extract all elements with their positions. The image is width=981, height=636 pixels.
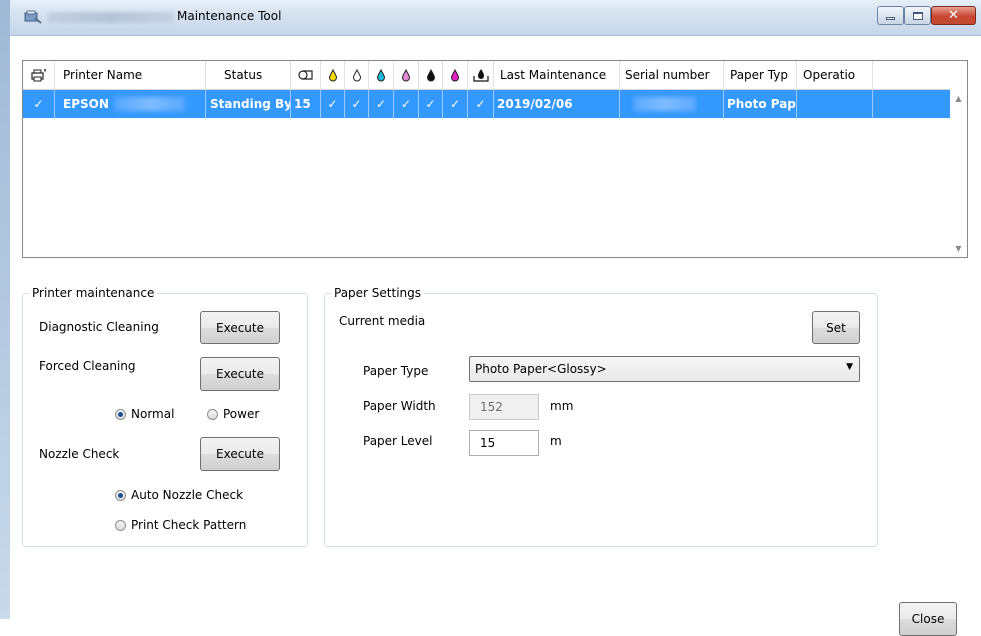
ink-cyan-icon xyxy=(376,68,386,81)
close-icon: ✕ xyxy=(948,8,959,23)
close-button[interactable]: Close xyxy=(899,602,957,636)
printer-icon xyxy=(30,69,46,82)
printer-name-cell: EPSON xyxy=(55,90,206,118)
radio-auto-nozzle-check[interactable]: Auto Nozzle Check xyxy=(115,488,243,502)
ink-magenta-check: ✓ xyxy=(443,90,468,118)
serial-number-redacted xyxy=(634,97,696,111)
last-maintenance-cell: 2019/02/06 xyxy=(494,90,620,118)
ink-magenta-header[interactable] xyxy=(443,61,468,89)
radio-normal-label: Normal xyxy=(131,407,175,421)
title-bar[interactable]: Maintenance Tool ✕ xyxy=(10,0,981,36)
paper-type-cell: Photo Pap xyxy=(724,90,797,118)
radio-power[interactable]: Power xyxy=(207,407,259,421)
ink-magenta-icon xyxy=(450,68,460,81)
app-icon xyxy=(24,10,42,24)
status-header[interactable]: Status xyxy=(206,61,291,89)
nozzle-check-execute-button[interactable]: Execute xyxy=(200,437,280,471)
ink-black-header[interactable] xyxy=(419,61,443,89)
window-title: Maintenance Tool xyxy=(177,9,282,23)
waste-ink-icon xyxy=(472,69,489,82)
ink-cyan-check: ✓ xyxy=(369,90,394,118)
radio-auto-nozzle-indicator xyxy=(115,489,126,501)
ink-yellow-icon xyxy=(328,68,337,81)
ink-white-header[interactable] xyxy=(345,61,369,89)
nozzle-check-label: Nozzle Check xyxy=(39,447,120,461)
paper-width-unit: mm xyxy=(550,399,574,413)
waste-ink-header[interactable] xyxy=(468,61,494,89)
set-button[interactable]: Set xyxy=(812,311,860,344)
radio-print-check-pattern[interactable]: Print Check Pattern xyxy=(115,518,246,532)
operation-cell xyxy=(797,90,873,118)
diagnostic-cleaning-label: Diagnostic Cleaning xyxy=(39,320,159,334)
printer-model-redacted xyxy=(114,97,185,111)
maximize-button[interactable] xyxy=(904,6,931,25)
chevron-down-icon: ▼ xyxy=(846,362,853,372)
radio-power-label: Power xyxy=(223,407,260,421)
paper-level-unit: m xyxy=(550,434,562,448)
printer-maintenance-legend: Printer maintenance xyxy=(32,286,155,300)
paper-type-value: Photo Paper<Glossy> xyxy=(475,362,607,376)
forced-cleaning-execute-button[interactable]: Execute xyxy=(200,357,280,391)
paper-type-select[interactable]: Photo Paper<Glossy> ▼ xyxy=(469,356,860,382)
paper-roll-icon xyxy=(297,70,313,80)
row-selected-check[interactable]: ✓ xyxy=(23,90,55,118)
radio-power-indicator xyxy=(207,408,218,420)
current-media-label: Current media xyxy=(339,314,426,328)
paper-remaining-cell: 15 xyxy=(291,90,321,118)
ink-black-icon xyxy=(426,68,435,81)
radio-print-pattern-label: Print Check Pattern xyxy=(131,518,247,532)
ink-cyan-header[interactable] xyxy=(369,61,394,89)
printer-name-text: EPSON xyxy=(63,97,109,111)
ink-white-icon xyxy=(352,68,361,81)
radio-normal[interactable]: Normal xyxy=(115,407,174,421)
ink-white-check: ✓ xyxy=(345,90,369,118)
ink-black-check: ✓ xyxy=(419,90,443,118)
radio-auto-nozzle-label: Auto Nozzle Check xyxy=(131,488,244,502)
paper-column-header[interactable] xyxy=(291,61,321,89)
printer-column-header[interactable] xyxy=(23,61,55,89)
operation-header[interactable]: Operatio xyxy=(797,61,873,89)
diagnostic-cleaning-execute-button[interactable]: Execute xyxy=(200,311,280,344)
printer-grid[interactable]: Printer Name Status Last Maintenance Ser… xyxy=(22,60,968,258)
waste-ink-check: ✓ xyxy=(468,90,494,118)
serial-number-header[interactable]: Serial number xyxy=(620,61,724,89)
last-maintenance-header[interactable]: Last Maintenance xyxy=(494,61,620,89)
printer-name-header[interactable]: Printer Name xyxy=(55,61,206,89)
table-row[interactable]: ✓ EPSON Standing By 15 ✓ ✓ ✓ ✓ ✓ ✓ ✓ 201… xyxy=(23,90,951,118)
paper-type-label: Paper Type xyxy=(363,364,429,378)
paper-type-header[interactable]: Paper Typ xyxy=(724,61,797,89)
ink-light-magenta-check: ✓ xyxy=(394,90,419,118)
paper-width-field[interactable]: 152 xyxy=(469,394,539,420)
radio-normal-indicator xyxy=(115,408,126,420)
status-cell: Standing By xyxy=(206,90,291,118)
paper-level-label: Paper Level xyxy=(363,434,433,448)
scroll-up-arrow-icon[interactable]: ▲ xyxy=(950,90,967,107)
radio-print-pattern-indicator xyxy=(115,519,126,531)
paper-level-field[interactable]: 15 xyxy=(469,430,539,456)
scroll-down-arrow-icon[interactable]: ▼ xyxy=(950,240,967,257)
ink-yellow-header[interactable] xyxy=(321,61,345,89)
window-close-button[interactable]: ✕ xyxy=(931,6,976,25)
ink-yellow-check: ✓ xyxy=(321,90,345,118)
grid-vertical-scrollbar[interactable]: ▲ ▼ xyxy=(950,90,967,257)
title-redacted xyxy=(48,12,174,23)
desktop-edge xyxy=(0,0,10,619)
serial-number-cell xyxy=(620,90,724,118)
paper-settings-legend: Paper Settings xyxy=(334,286,422,300)
paper-width-label: Paper Width xyxy=(363,399,436,413)
ink-light-magenta-header[interactable] xyxy=(394,61,419,89)
maximize-icon xyxy=(912,11,923,20)
minimize-icon xyxy=(886,16,895,20)
ink-light-magenta-icon xyxy=(401,68,411,81)
grid-header-row: Printer Name Status Last Maintenance Ser… xyxy=(23,61,951,90)
forced-cleaning-label: Forced Cleaning xyxy=(39,359,136,373)
minimize-button[interactable] xyxy=(877,6,904,25)
